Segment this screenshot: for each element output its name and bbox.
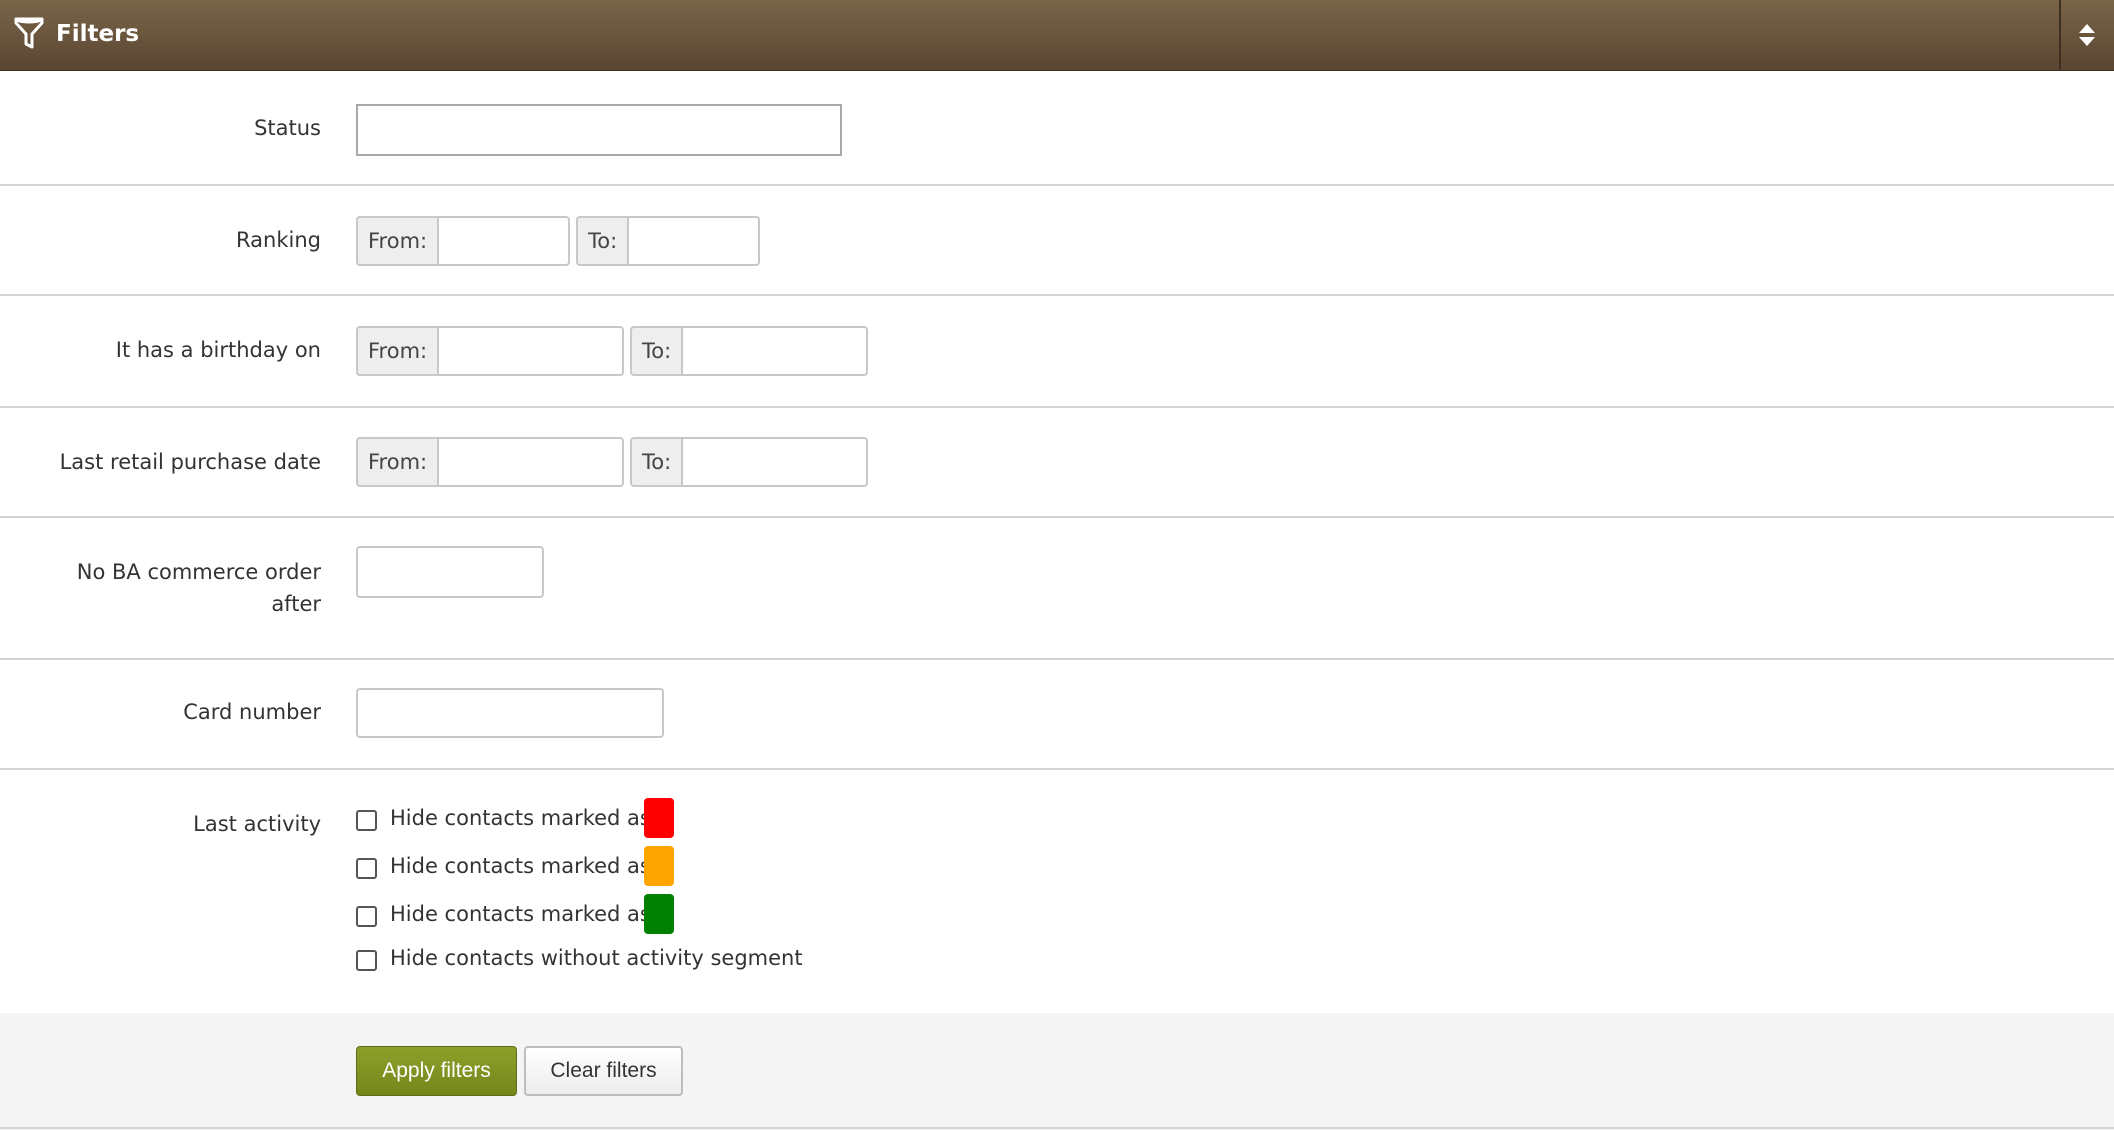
ranking-to-label: To: [576,216,627,266]
footer-divider [0,1127,2114,1129]
hide-green-checkbox[interactable] [356,906,377,927]
status-label: Status [254,116,321,140]
last-retail-to-group: To: [630,437,868,487]
last-retail-to-input[interactable] [681,437,868,487]
no-ba-order-label-line1: No BA commerce order [76,560,321,584]
status-row: Status [0,72,2114,186]
collapse-toggle-button[interactable] [2059,0,2114,71]
last-retail-from-input[interactable] [437,437,624,487]
ranking-to-group: To: [576,216,760,266]
no-ba-order-input[interactable] [356,546,544,598]
hide-red-checkbox[interactable] [356,810,377,831]
last-activity-label: Last activity [193,812,321,836]
last-retail-from-label: From: [356,437,437,487]
birthday-from-input[interactable] [437,326,624,376]
ranking-label: Ranking [236,228,321,252]
clear-filters-button[interactable]: Clear filters [524,1046,683,1096]
hide-red-label: Hide contacts marked as [390,806,651,830]
ranking-row: Ranking From: To: [0,186,2114,296]
card-number-input[interactable] [356,688,664,738]
birthday-from-group: From: [356,326,624,376]
ranking-from-label: From: [356,216,437,266]
birthday-from-label: From: [356,326,437,376]
orange-activity-swatch [644,846,674,886]
filters-title: Filters [56,21,140,47]
ranking-from-input[interactable] [437,216,570,266]
sort-toggle-icon [2079,24,2095,46]
hide-no-segment-checkbox[interactable] [356,950,377,971]
last-activity-row: Last activity Hide contacts marked as Hi… [0,770,2114,1013]
birthday-row: It has a birthday on From: To: [0,296,2114,408]
ranking-from-group: From: [356,216,570,266]
red-activity-swatch [644,798,674,838]
filter-icon [14,17,44,49]
hide-no-segment-label: Hide contacts without activity segment [390,946,803,970]
ranking-to-input[interactable] [627,216,760,266]
last-retail-from-group: From: [356,437,624,487]
no-ba-order-row: No BA commerce order after [0,518,2114,660]
last-retail-row: Last retail purchase date From: To: [0,408,2114,518]
apply-filters-button[interactable]: Apply filters [356,1046,517,1096]
green-activity-swatch [644,894,674,934]
filters-header: Filters [0,0,2114,71]
filters-footer [0,1013,2114,1130]
birthday-to-label: To: [630,326,681,376]
hide-orange-checkbox[interactable] [356,858,377,879]
card-number-label: Card number [183,700,321,724]
birthday-to-input[interactable] [681,326,868,376]
status-select[interactable] [356,104,842,156]
hide-orange-label: Hide contacts marked as [390,854,651,878]
no-ba-order-label-line2: after [271,592,321,616]
birthday-label: It has a birthday on [115,338,321,362]
last-retail-to-label: To: [630,437,681,487]
last-retail-label: Last retail purchase date [59,450,321,474]
hide-green-label: Hide contacts marked as [390,902,651,926]
card-number-row: Card number [0,660,2114,770]
birthday-to-group: To: [630,326,868,376]
